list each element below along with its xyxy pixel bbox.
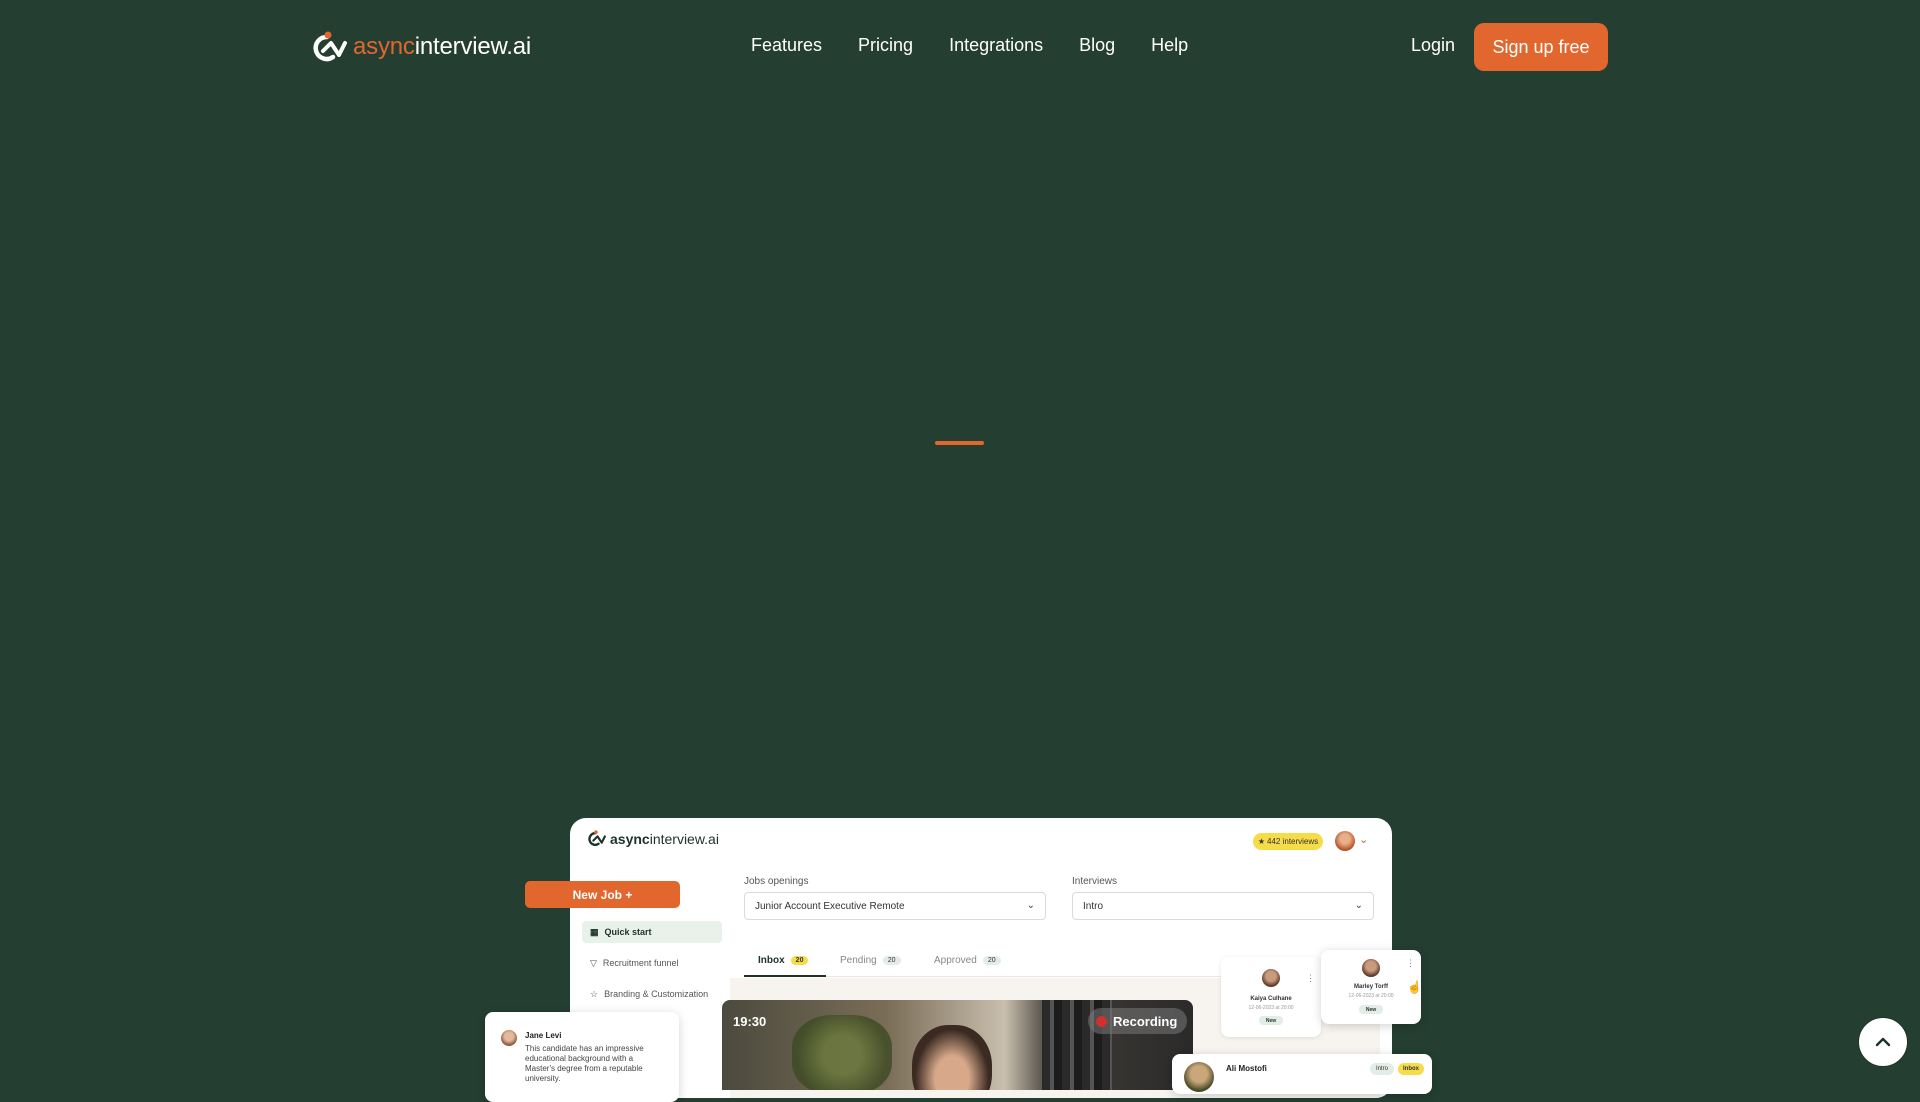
active-tab-underline <box>744 975 826 977</box>
brand-name: asyncinterview.ai <box>353 33 531 61</box>
plus-icon: + <box>625 887 633 902</box>
tab-label: Pending <box>840 955 877 966</box>
tab-approved[interactable]: Approved 20 <box>934 955 1001 966</box>
interviews-select[interactable]: Intro ⌄ <box>1072 892 1374 920</box>
interview-tag: Intro <box>1370 1063 1394 1075</box>
interviews-value: Intro <box>1083 900 1104 912</box>
signup-button[interactable]: Sign up free <box>1474 23 1608 71</box>
tab-label: Inbox <box>758 955 785 966</box>
avatar <box>1262 969 1280 987</box>
background-plant <box>792 1015 892 1090</box>
recording-status: Recording <box>1113 1013 1178 1029</box>
logo-mark-icon <box>313 31 347 62</box>
comment-text: This candidate has an impressive educati… <box>525 1044 644 1083</box>
candidate-card[interactable]: ⋮ ☝ Marley Torff 12-06-2023 at 20:00 New <box>1321 950 1422 1024</box>
comment-card: Jane Levi This candidate has an impressi… <box>485 1012 679 1102</box>
sidebar-item-label: Recruitment funnel <box>602 958 679 968</box>
tab-label: Approved <box>934 955 977 966</box>
avatar <box>501 1030 517 1046</box>
sidebar-item-recruitment-funnel[interactable]: ▽ Recruitment funnel <box>582 952 722 974</box>
dashboard-logo-mark-icon <box>588 830 606 846</box>
loading-indicator <box>935 441 984 445</box>
jobs-openings-value: Junior Account Executive Remote <box>755 900 905 912</box>
candidate-date: 12-06-2023 at 20:00 <box>1248 1005 1294 1011</box>
tab-inbox[interactable]: Inbox 20 <box>758 955 809 966</box>
tab-pending[interactable]: Pending 20 <box>840 955 901 966</box>
chevron-down-icon: ⌄ <box>1026 900 1035 911</box>
dashboard-brand-rest: interview.ai <box>649 830 719 847</box>
candidate-name: Kaiya Culhane <box>1250 996 1292 1002</box>
interviews-label: Interviews <box>1072 876 1118 887</box>
jobs-openings-select[interactable]: Junior Account Executive Remote ⌄ <box>744 892 1046 920</box>
status-badge: New <box>1259 1016 1283 1025</box>
login-link[interactable]: Login <box>1411 35 1455 56</box>
interviews-badge-text: 442 interviews <box>1267 837 1319 846</box>
new-job-button[interactable]: New Job + <box>525 881 680 908</box>
nav-blog[interactable]: Blog <box>1079 35 1115 56</box>
more-icon[interactable]: ⋮ <box>1406 958 1415 969</box>
recording-badge: Recording <box>1088 1008 1188 1034</box>
candidate-date: 12-06-2023 at 20:00 <box>1348 993 1394 999</box>
more-icon[interactable]: ⋮ <box>1306 973 1315 984</box>
chevron-down-icon: ⌄ <box>1354 900 1363 911</box>
sidebar-item-branding[interactable]: ☆ Branding & Customization <box>582 983 722 1005</box>
star-outline-icon: ☆ <box>590 988 599 999</box>
dashboard-brand: asyncinterview.ai <box>610 831 719 847</box>
main-nav: Features Pricing Integrations Blog Help <box>751 35 1188 56</box>
nav-integrations[interactable]: Integrations <box>949 35 1043 56</box>
video-timer: 19:30 <box>733 1014 767 1029</box>
brand-name-accent: async <box>353 33 415 60</box>
brand-logo[interactable]: asyncinterview.ai <box>311 31 531 63</box>
candidate-name: Ali Mostofi <box>1226 1064 1267 1073</box>
jobs-openings-label: Jobs openings <box>744 876 809 887</box>
avatar <box>1362 959 1380 977</box>
sidebar-item-label: Quick start <box>604 927 652 937</box>
brand-name-rest: interview.ai <box>414 33 532 60</box>
candidate-name: Marley Torff <box>1354 984 1388 990</box>
nav-help[interactable]: Help <box>1151 35 1188 56</box>
star-icon: ★ <box>1257 837 1266 846</box>
tab-count: 20 <box>982 956 1001 965</box>
candidate-card[interactable]: ⋮ Kaiya Culhane 12-06-2023 at 20:00 New <box>1221 957 1321 1037</box>
status-badge: New <box>1359 1005 1383 1014</box>
video-recording-panel[interactable]: 19:30 Recording <box>722 1000 1193 1090</box>
status-badge: Inbox <box>1398 1063 1424 1075</box>
funnel-icon: ▽ <box>590 957 597 968</box>
dashboard-brand-bold: async <box>610 830 650 847</box>
tab-count: 20 <box>882 956 901 965</box>
nav-pricing[interactable]: Pricing <box>858 35 913 56</box>
record-dot-icon <box>1096 1015 1107 1027</box>
nav-features[interactable]: Features <box>751 35 822 56</box>
dashboard-logo: asyncinterview.ai <box>587 830 719 847</box>
chevron-up-icon <box>1875 1037 1891 1047</box>
new-job-label: New Job <box>572 887 622 902</box>
interviews-badge: ★ 442 interviews <box>1253 833 1323 850</box>
sidebar-item-quick-start[interactable]: ▦ Quick start <box>582 921 722 943</box>
comment-author: Jane Levi <box>525 1031 562 1040</box>
sidebar-item-label: Branding & Customization <box>604 989 709 999</box>
tab-count: 20 <box>790 956 809 965</box>
candidate-card[interactable]: Ali Mostofi Intro Inbox <box>1172 1054 1432 1094</box>
candidate-video <box>912 1025 992 1090</box>
calendar-icon: ▦ <box>590 926 599 937</box>
chevron-down-icon[interactable]: ⌄ <box>1359 833 1368 846</box>
user-avatar[interactable] <box>1335 831 1355 851</box>
site-header: asyncinterview.ai Features Pricing Integ… <box>0 0 1920 94</box>
avatar <box>1184 1062 1214 1092</box>
back-to-top-button[interactable] <box>1858 1017 1908 1067</box>
